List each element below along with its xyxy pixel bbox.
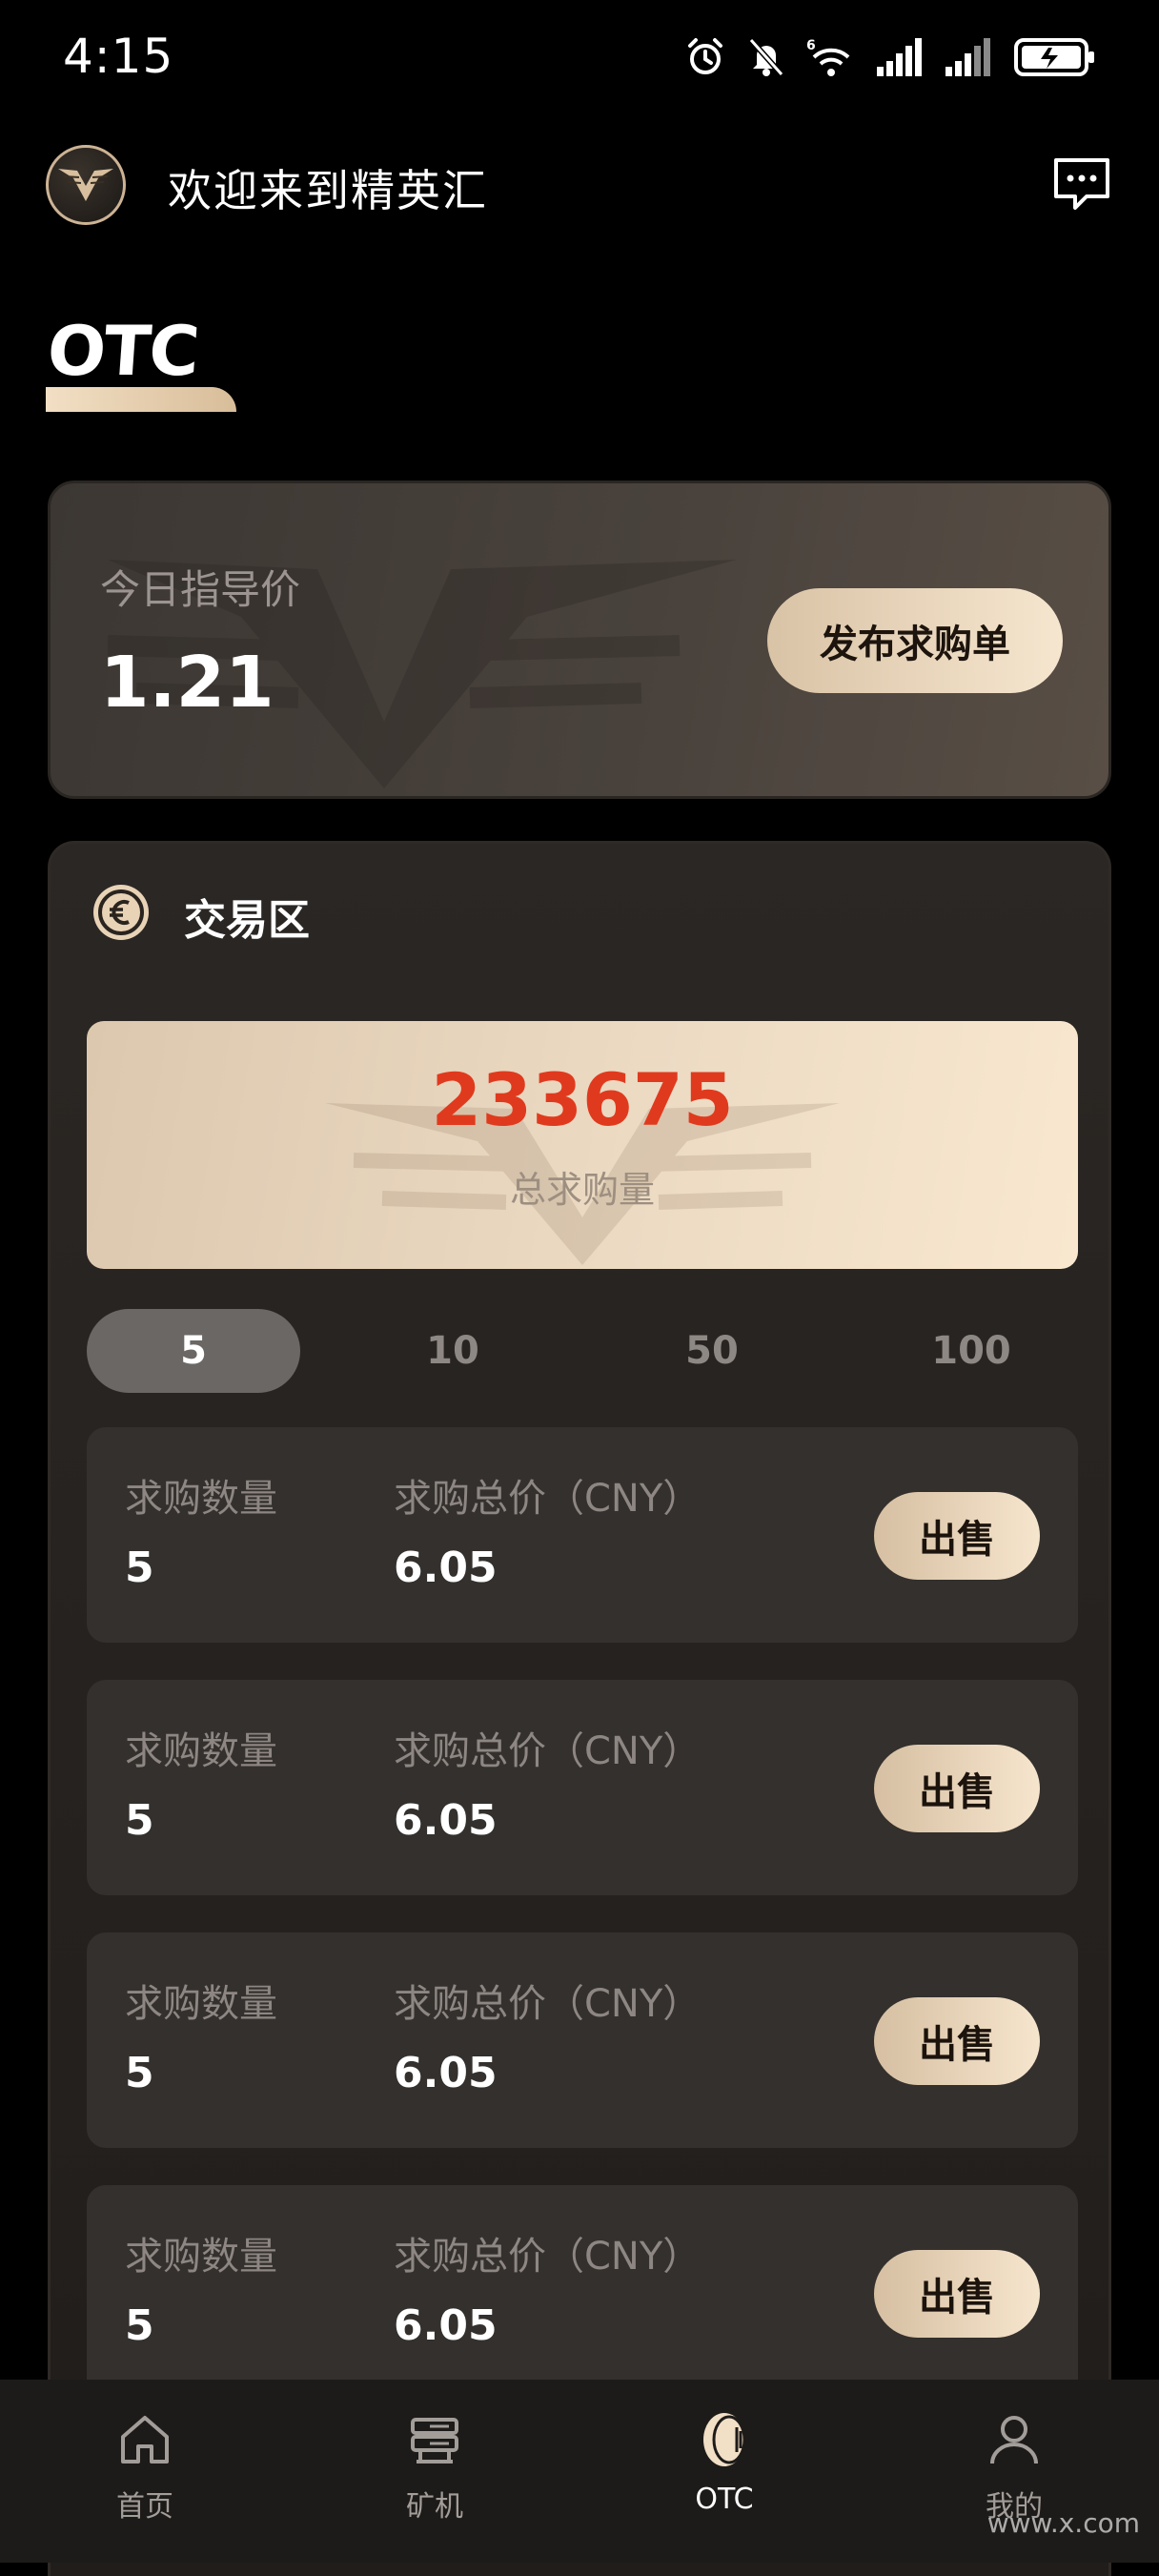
tab-qty-10[interactable]: 10	[346, 1309, 559, 1393]
nav-label-otc: OTC	[695, 2483, 754, 2516]
svg-text:6: 6	[806, 38, 816, 53]
trade-zone-title: 交易区	[184, 896, 310, 945]
otc-coin-icon	[703, 2413, 746, 2466]
tab-qty-100[interactable]: 100	[864, 1309, 1078, 1393]
home-icon	[121, 2416, 169, 2464]
signal-icon-2	[946, 38, 990, 76]
buy-total-value: 6.05	[394, 2301, 498, 2350]
header: 欢迎来到精英汇	[0, 133, 1159, 238]
buy-qty-label: 求购数量	[125, 1982, 277, 2026]
status-bar: 4:15 6	[0, 0, 1159, 114]
buy-total-label: 求购总价（CNY）	[394, 1982, 702, 2026]
nav-item-home[interactable]: 首页	[0, 2380, 290, 2563]
nav-label-home: 首页	[116, 2490, 173, 2524]
guide-price-label: 今日指导价	[100, 566, 301, 613]
list-item: 求购数量 求购总价（CNY） 5 6.05 出售	[87, 1427, 1078, 1643]
nav-label-miner: 矿机	[406, 2490, 463, 2524]
user-icon	[990, 2416, 1038, 2464]
total-buy-card: 233675 总求购量	[87, 1021, 1078, 1269]
trade-zone: 交易区 233675 总求购量 5 10 50 100 求购数量 求购总价（CN…	[48, 841, 1111, 2576]
total-buy-value: 233675	[431, 1057, 734, 1142]
guide-price-value: 1.21	[100, 642, 274, 724]
buy-qty-label: 求购数量	[125, 2235, 277, 2279]
miner-icon	[411, 2418, 458, 2464]
list-item: 求购数量 求购总价（CNY） 5 6.05 出售	[87, 1932, 1078, 2148]
buy-total-label: 求购总价（CNY）	[394, 1729, 702, 1773]
site-watermark: www.x.com	[986, 2507, 1140, 2539]
publish-buy-order-button[interactable]: 发布求购单	[767, 588, 1063, 693]
tab-qty-50[interactable]: 50	[605, 1309, 819, 1393]
silent-bell-icon	[748, 38, 784, 76]
message-button[interactable]	[1050, 153, 1113, 215]
sell-button[interactable]: 出售	[874, 1997, 1040, 2085]
tab-qty-5[interactable]: 5	[87, 1309, 300, 1393]
page-title: OTC	[45, 311, 240, 412]
page-title-text: OTC	[45, 311, 201, 391]
sell-button[interactable]: 出售	[874, 1492, 1040, 1580]
list-item: 求购数量 求购总价（CNY） 5 6.05 出售	[87, 1680, 1078, 1895]
buy-order-list: 求购数量 求购总价（CNY） 5 6.05 出售 求购数量 求购总价（CNY） …	[87, 1427, 1078, 2438]
status-icons: 6	[684, 34, 1096, 80]
list-item: 求购数量 求购总价（CNY） 5 6.05 出售	[87, 2185, 1078, 2401]
sell-button[interactable]: 出售	[874, 2250, 1040, 2338]
guide-price-card: 今日指导价 1.21 发布求购单	[48, 480, 1111, 799]
signal-icon	[877, 38, 922, 76]
alarm-icon	[688, 38, 722, 74]
welcome-text: 欢迎来到精英汇	[168, 165, 488, 216]
sell-button[interactable]: 出售	[874, 1745, 1040, 1832]
buy-total-value: 6.05	[394, 1796, 498, 1845]
total-buy-label: 总求购量	[509, 1169, 655, 1211]
eagle-logo-icon	[46, 145, 126, 225]
buy-qty-label: 求购数量	[125, 1729, 277, 1773]
buy-qty-value: 5	[125, 2049, 154, 2097]
buy-qty-value: 5	[125, 2301, 154, 2350]
nav-item-otc[interactable]: OTC	[580, 2380, 869, 2563]
buy-qty-value: 5	[125, 1796, 154, 1845]
status-time: 4:15	[63, 29, 174, 84]
euro-coin-icon	[93, 885, 149, 940]
buy-total-label: 求购总价（CNY）	[394, 2235, 702, 2279]
battery-charging-icon	[1014, 38, 1094, 76]
nav-item-miner[interactable]: 矿机	[290, 2380, 580, 2563]
bottom-nav: 首页 矿机 OTC 我的	[0, 2380, 1159, 2563]
wifi-6-icon: 6	[806, 38, 850, 76]
buy-qty-value: 5	[125, 1544, 154, 1592]
buy-qty-label: 求购数量	[125, 1477, 277, 1521]
buy-total-value: 6.05	[394, 1544, 498, 1592]
message-icon	[1054, 158, 1109, 210]
buy-total-value: 6.05	[394, 2049, 498, 2097]
quantity-tabs: 5 10 50 100	[87, 1309, 1078, 1395]
buy-total-label: 求购总价（CNY）	[394, 1477, 702, 1521]
